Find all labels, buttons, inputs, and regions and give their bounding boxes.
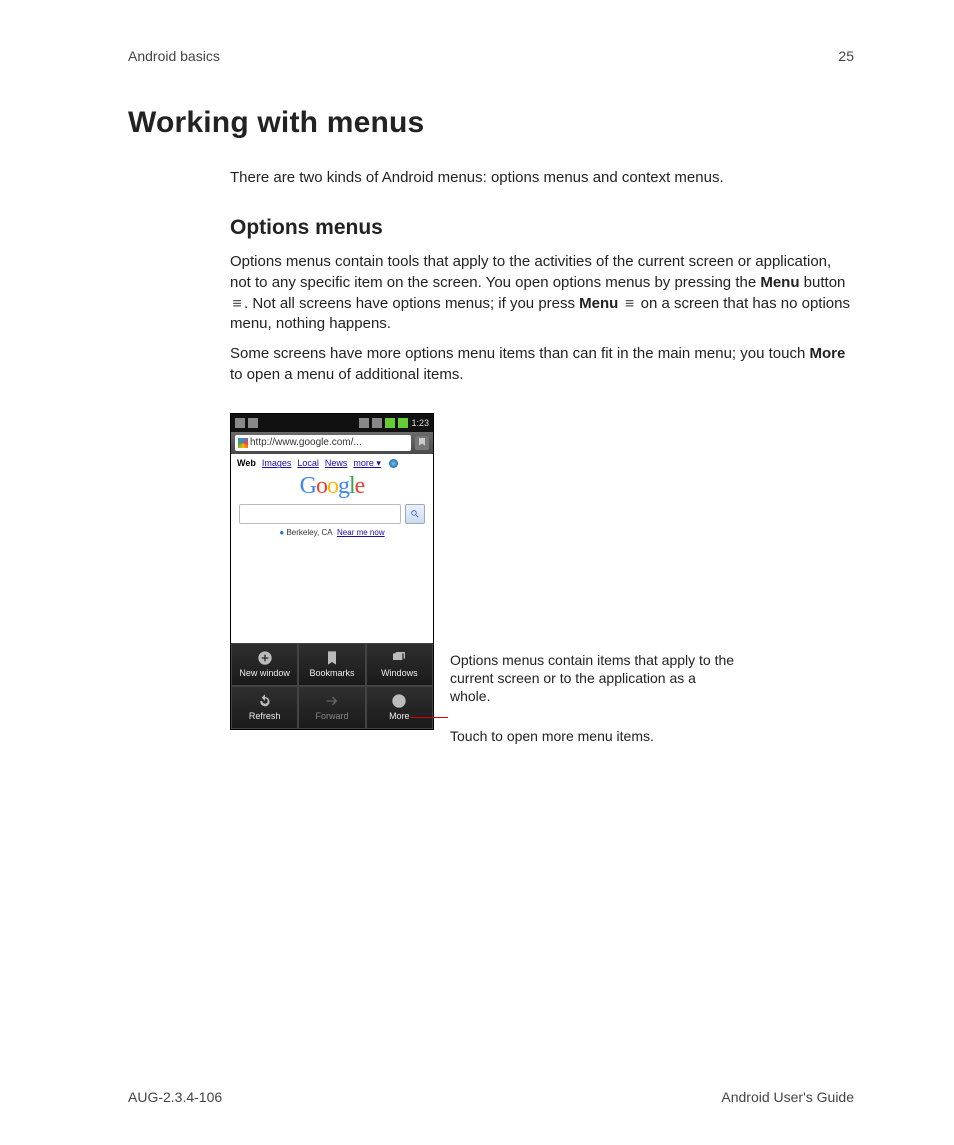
clock: 1:23	[411, 418, 429, 428]
battery-icon	[398, 418, 408, 428]
menu-more[interactable]: More	[366, 686, 433, 729]
more-label: More	[809, 345, 845, 362]
tab-local[interactable]: Local	[297, 458, 319, 468]
sync-icon	[359, 418, 369, 428]
paragraph-2: Some screens have more options menu item…	[230, 344, 854, 385]
google-logo: Google	[231, 471, 433, 504]
intro-text: There are two kinds of Android menus: op…	[230, 168, 854, 188]
tab-images[interactable]: Images	[262, 458, 292, 468]
refresh-icon	[257, 693, 273, 709]
bookmark-icon	[324, 650, 340, 666]
page-title: Working with menus	[128, 106, 854, 140]
bookmark-icon[interactable]	[415, 436, 429, 450]
plus-circle-icon	[257, 650, 273, 666]
footer-doc-id: AUG-2.3.4-106	[128, 1089, 222, 1105]
callout-line	[411, 717, 448, 718]
windows-icon	[391, 650, 407, 666]
phone-screenshot: 1:23 http://www.google.com/... Web Image…	[230, 413, 434, 730]
globe-icon	[389, 459, 398, 468]
near-me-link[interactable]: Near me now	[337, 528, 385, 537]
header-section: Android basics	[128, 48, 220, 64]
forward-arrow-icon	[324, 693, 340, 709]
menu-bookmarks[interactable]: Bookmarks	[298, 643, 365, 686]
search-input[interactable]	[239, 504, 401, 524]
footer-guide-title: Android User's Guide	[721, 1089, 854, 1105]
menu-label: Menu	[579, 295, 618, 312]
subheading-options-menus: Options menus	[230, 216, 854, 240]
vibrate-icon	[372, 418, 382, 428]
mail-icon	[235, 418, 245, 428]
favicon-icon	[238, 438, 248, 448]
google-tabs: Web Images Local News more ▾	[231, 454, 433, 471]
annotation-options-menu: Options menus contain items that apply t…	[450, 651, 740, 706]
menu-new-window[interactable]: New window	[231, 643, 298, 686]
url-field[interactable]: http://www.google.com/...	[235, 435, 411, 451]
annotation-more: Touch to open more menu items.	[450, 727, 740, 745]
address-bar: http://www.google.com/...	[231, 432, 433, 454]
tab-web[interactable]: Web	[237, 458, 256, 468]
options-menu: New window Bookmarks Windows Refresh	[231, 643, 433, 729]
search-button[interactable]	[405, 504, 425, 524]
search-icon	[410, 509, 420, 519]
menu-refresh[interactable]: Refresh	[231, 686, 298, 729]
signal-icon	[385, 418, 395, 428]
header-page-number: 25	[838, 48, 854, 64]
paragraph-1: Options menus contain tools that apply t…	[230, 252, 854, 334]
menu-forward[interactable]: Forward	[298, 686, 365, 729]
menu-windows[interactable]: Windows	[366, 643, 433, 686]
notification-icon	[248, 418, 258, 428]
status-bar: 1:23	[231, 414, 433, 432]
more-circle-icon	[391, 693, 407, 709]
menu-icon: ≡	[230, 293, 244, 313]
menu-icon: ≡	[623, 293, 637, 313]
tab-more[interactable]: more ▾	[353, 458, 381, 469]
tab-news[interactable]: News	[325, 458, 348, 468]
menu-label: Menu	[760, 274, 799, 291]
location-row: ● Berkeley, CA Near me now	[231, 528, 433, 543]
